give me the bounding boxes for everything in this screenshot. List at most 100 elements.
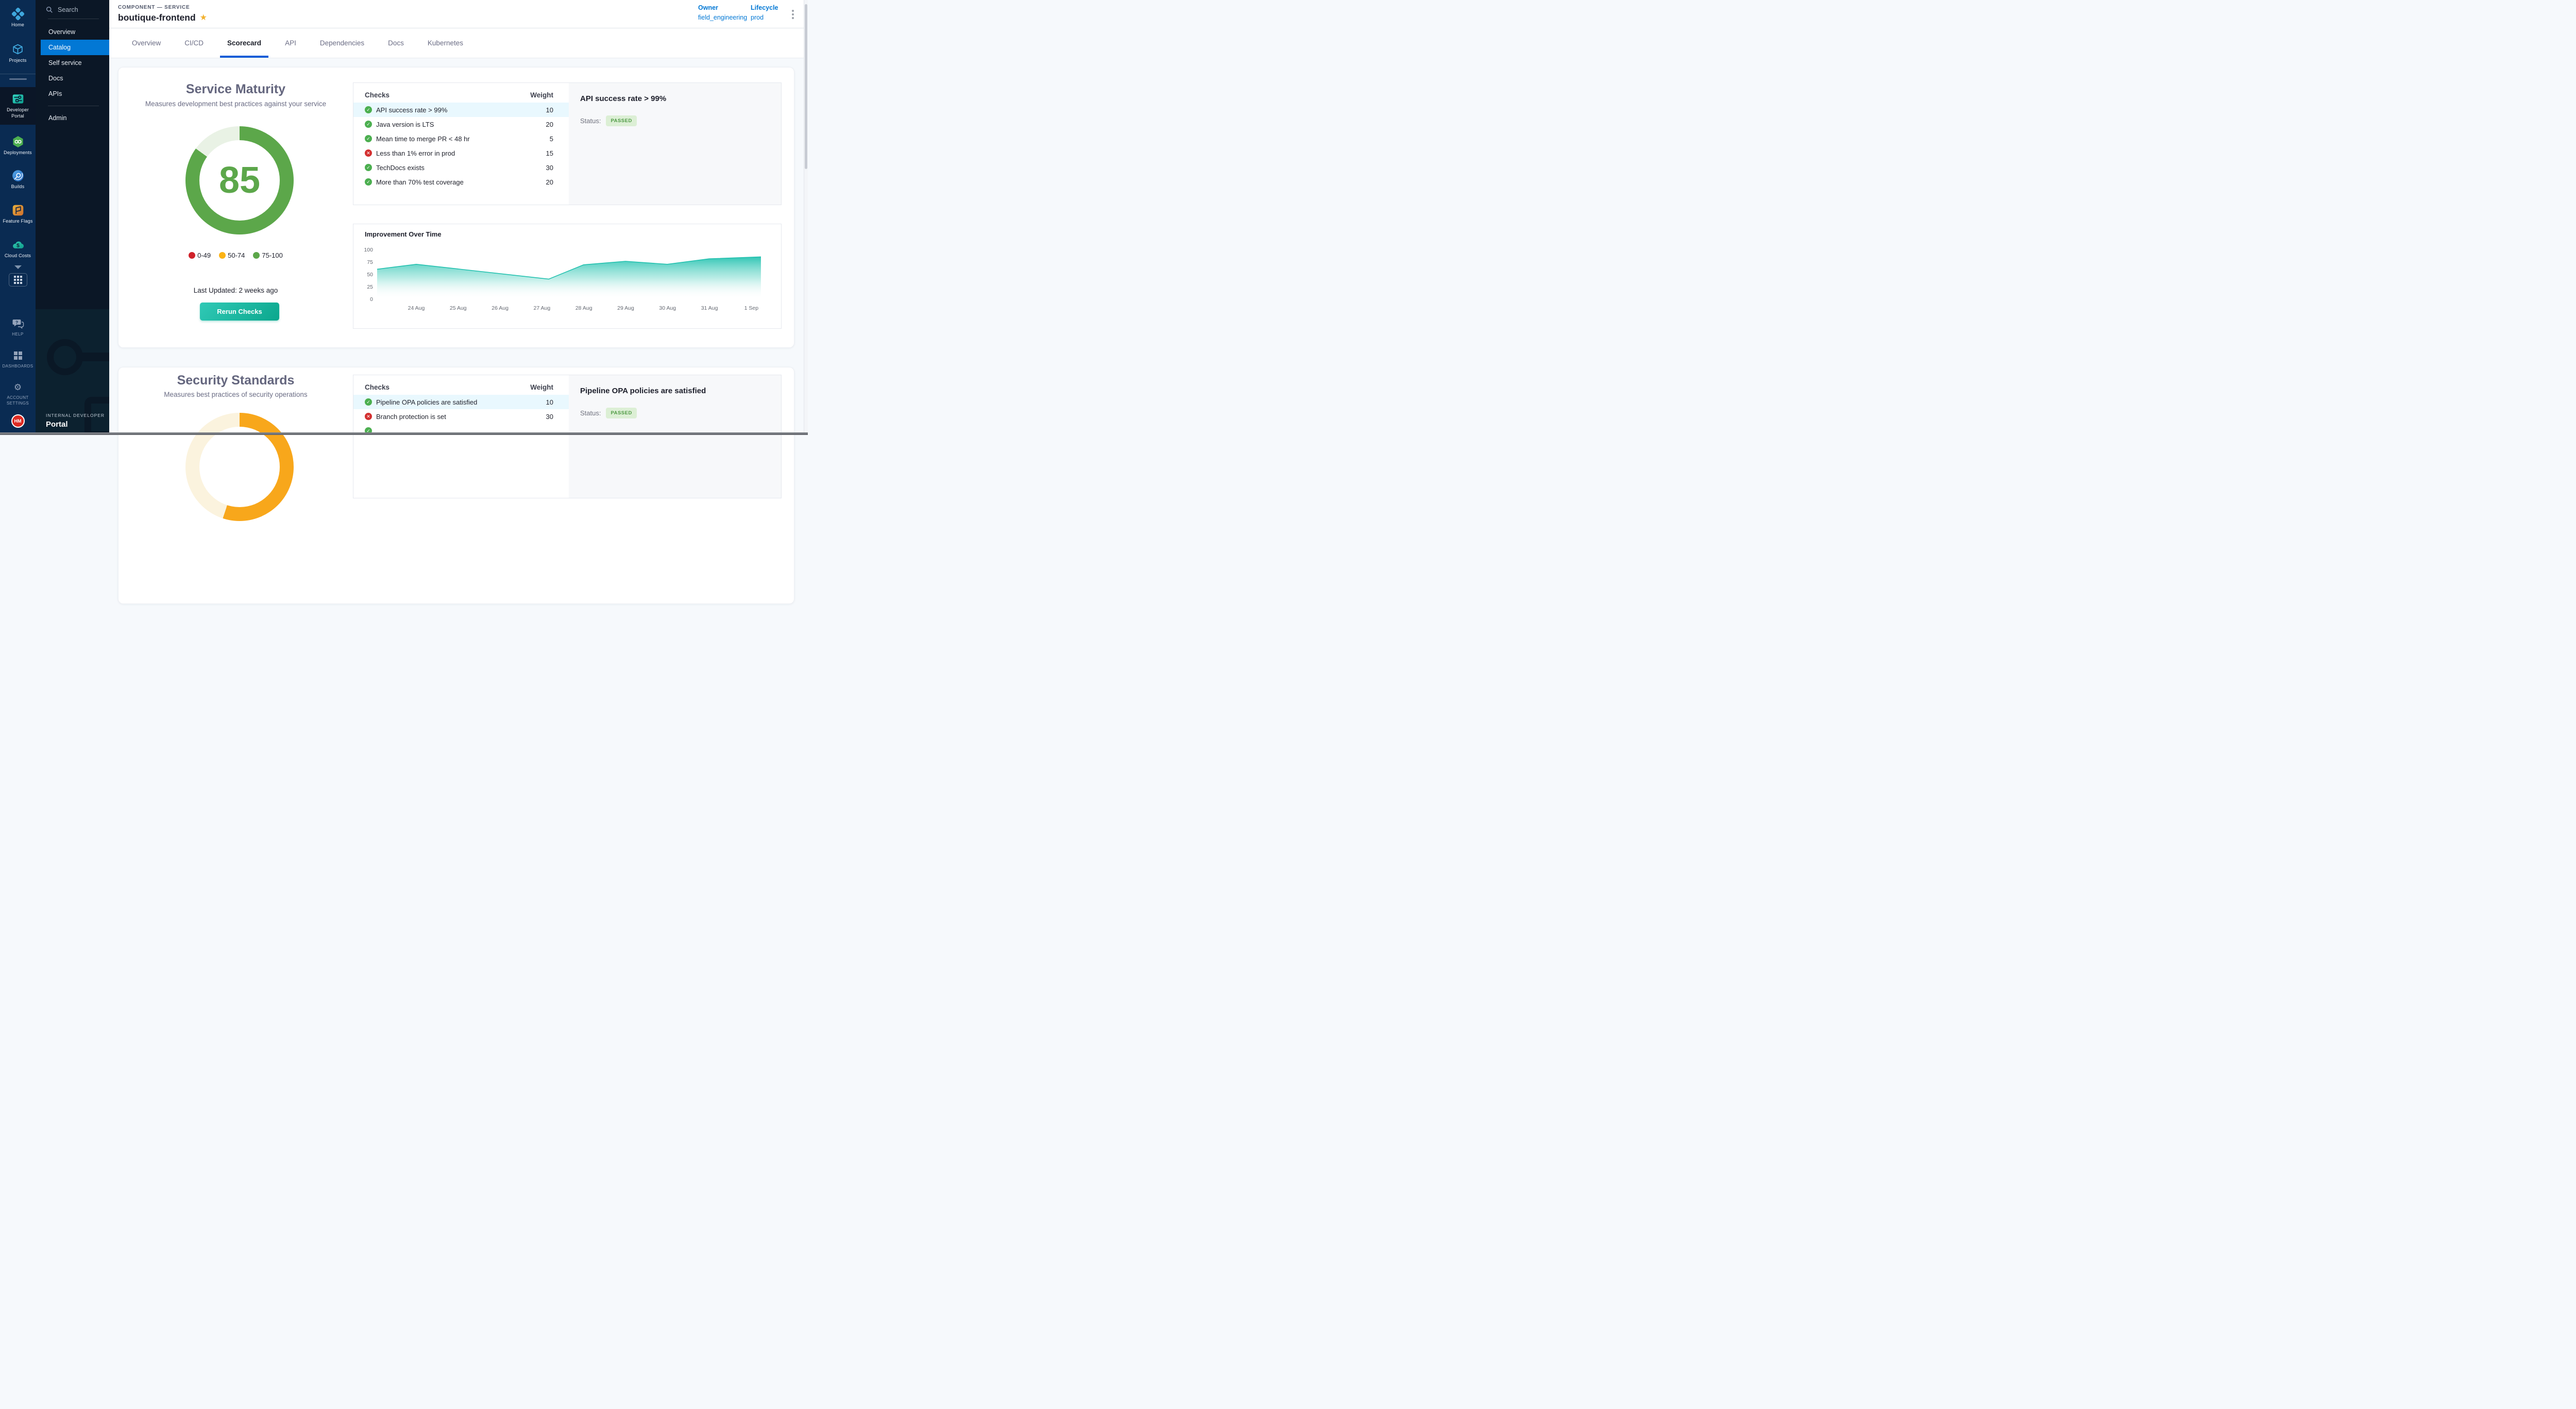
last-updated: Last Updated: 2 weeks ago [118,287,353,294]
horizontal-scrollbar-thumb[interactable] [0,432,808,435]
check-row[interactable]: ✕ Less than 1% error in prod15 [353,146,569,160]
status-badge: PASSED [606,408,636,418]
rail-item-label: Developer Portal [1,107,35,119]
rail-item-projects[interactable]: Projects [0,40,36,67]
collapse-handle[interactable] [9,78,27,80]
check-weight: 10 [533,398,553,406]
tab-ci-cd[interactable]: CI/CD [181,28,207,58]
check-row[interactable]: ✓ [353,424,569,438]
check-detail-panel: API success rate > 99% Status: PASSED [569,83,781,205]
check-weight: 20 [533,121,553,128]
check-weight: 20 [533,178,553,186]
module-browser-icon[interactable] [9,273,27,287]
score-value: 85 [185,126,294,234]
gear-icon: ⚙ [11,380,25,394]
sidebar-item-admin[interactable]: Admin [36,110,109,126]
tab-overview[interactable]: Overview [129,28,164,58]
search-input[interactable]: Search [36,0,109,19]
module-rail: Home Projects Developer Portal Deployments B… [0,0,36,435]
rail-item-help[interactable]: ?HELP [0,314,36,340]
checks-column-header: Checks [365,91,389,103]
checks-column-header: Checks [365,383,389,395]
weight-column-header: Weight [530,383,553,395]
check-status-failed-icon: ✕ [365,149,372,157]
more-options-icon[interactable] [788,8,798,21]
check-label: API success rate > 99% [376,106,533,114]
scorecard-service-maturity: Service Maturity Measures development be… [118,67,794,348]
rail-item-label: DASHBOARDS [2,364,33,369]
rail-item-developer-portal[interactable]: Developer Portal [0,87,36,124]
sidebar-item-apis[interactable]: APIs [36,86,109,102]
legend-label: 50-74 [228,251,245,259]
tab-api[interactable]: API [282,28,299,58]
sidebar-footer: INTERNAL DEVELOPER Portal [36,413,109,429]
rail-item-label: HELP [12,332,24,337]
vertical-scrollbar[interactable] [804,0,808,435]
vertical-scrollbar-thumb[interactable] [805,4,807,169]
rail-item-builds[interactable]: Builds [0,166,36,193]
check-status-passed-icon: ✓ [365,164,372,171]
rail-item-dashboards[interactable]: DASHBOARDS [0,346,36,372]
score-legend: 0-4950-7475-100 [118,251,353,259]
favorite-star-icon[interactable]: ★ [200,14,207,22]
owner-label: Owner [698,4,747,11]
rail-item-home[interactable]: Home [0,4,36,31]
check-label: More than 70% test coverage [376,178,533,186]
check-row[interactable]: ✕Branch protection is set30 [353,409,569,424]
improvement-chart: Improvement Over Time 025507510024 Aug25… [353,224,782,329]
check-row[interactable]: ✓Pipeline OPA policies are satisfied10 [353,395,569,409]
owner-link[interactable]: field_engineering [698,14,747,21]
lifecycle-value: prod [751,14,778,21]
rail-item-label: Feature Flags [3,219,32,225]
module-rail-items: Home Projects Developer Portal Deployments B… [0,0,36,262]
chevron-down-icon[interactable] [14,265,22,269]
rail-item-feature-flags[interactable]: Feature Flags [0,200,36,228]
rail-item-cloud-costs[interactable]: $Cloud Costs [0,235,36,262]
axis-tick-label: 75 [367,259,373,265]
check-row[interactable]: ✓Mean time to merge PR < 48 hr5 [353,131,569,146]
check-label: Java version is LTS [376,121,533,128]
check-label: TechDocs exists [376,164,533,172]
check-label: Mean time to merge PR < 48 hr [376,135,533,143]
tab-scorecard[interactable]: Scorecard [224,28,264,58]
status-label: Status: [580,117,601,125]
check-weight: 5 [533,135,553,143]
check-row[interactable]: ✓Java version is LTS20 [353,117,569,131]
axis-tick-label: 25 Aug [450,305,467,311]
rail-footer: ?HELP DASHBOARDS ⚙ACCOUNT SETTINGS HM [0,309,36,435]
scorecard-content: Service Maturity Measures development be… [109,58,808,435]
axis-tick-label: 25 [367,284,373,290]
tab-kubernetes[interactable]: Kubernetes [425,28,466,58]
rerun-checks-button[interactable]: Rerun Checks [200,303,279,321]
check-label: Pipeline OPA policies are satisfied [376,398,533,406]
legend-dot [189,252,195,259]
tab-docs[interactable]: Docs [385,28,407,58]
axis-tick-label: 30 Aug [659,305,676,311]
rail-item-deployments[interactable]: Deployments [0,132,36,159]
area-series [377,257,761,299]
sidebar-item-docs[interactable]: Docs [36,71,109,86]
axis-tick-label: 100 [364,247,373,253]
horizontal-scrollbar[interactable] [0,432,808,435]
check-row[interactable]: ✓TechDocs exists30 [353,160,569,175]
rail-item-account-settings[interactable]: ⚙ACCOUNT SETTINGS [0,377,36,409]
breadcrumb: COMPONENT — SERVICE [118,5,190,10]
status-badge: PASSED [606,115,636,126]
check-weight: 15 [533,149,553,157]
sidebar-item-self-service[interactable]: Self service [36,55,109,71]
sidebar-item-catalog[interactable]: Catalog [41,40,109,55]
rail-item-label: ACCOUNT SETTINGS [1,395,35,406]
check-weight: 10 [533,106,553,114]
check-row[interactable]: ✓API success rate > 99%10 [353,103,569,117]
avatar[interactable]: HM [11,414,25,428]
check-row[interactable]: ✓More than 70% test coverage20 [353,175,569,189]
page-title: boutique-frontend [118,12,196,23]
scorecard-security-standards: Security Standards Measures best practic… [118,367,794,604]
check-detail-panel: Pipeline OPA policies are satisfied Stat… [569,375,781,498]
sidebar-item-overview[interactable]: Overview [36,24,109,40]
cube-icon [11,43,25,56]
check-label: Less than 1% error in prod [376,149,533,157]
legend-dot [219,252,226,259]
tab-dependencies[interactable]: Dependencies [317,28,367,58]
scorecard-title: Security Standards [118,373,353,388]
